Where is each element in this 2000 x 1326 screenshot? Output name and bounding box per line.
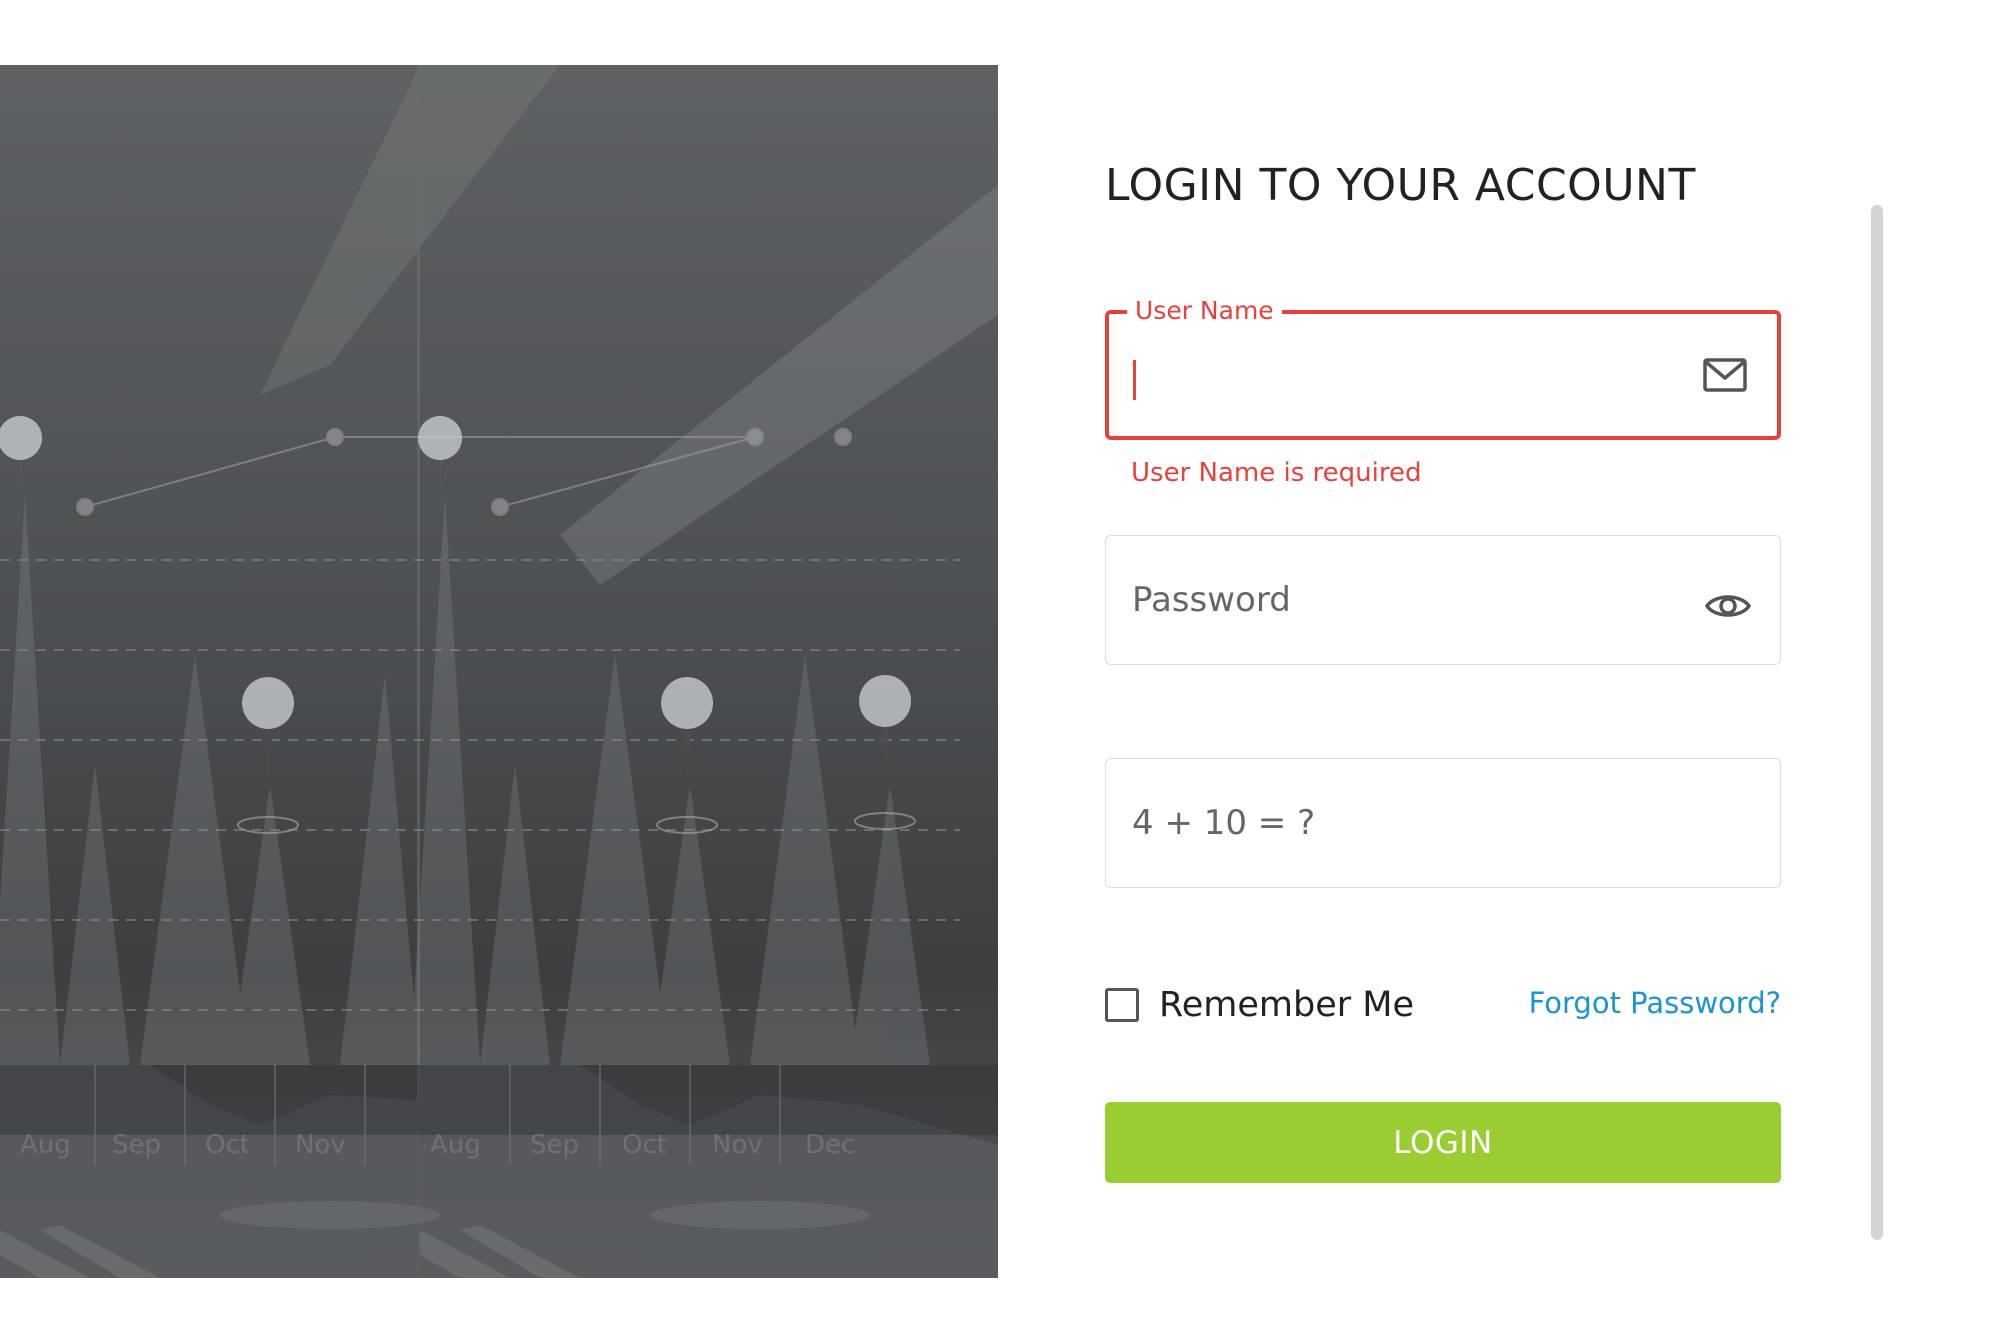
remember-me[interactable]: Remember Me: [1105, 985, 1414, 1025]
login-button[interactable]: LOGIN: [1105, 1102, 1781, 1183]
bg-month-label: Dec: [805, 1130, 855, 1160]
username-input[interactable]: [1133, 314, 1687, 436]
forgot-password-link[interactable]: Forgot Password?: [1529, 986, 1781, 1020]
bg-month-label: Aug: [430, 1130, 481, 1160]
captcha-input[interactable]: [1130, 759, 1690, 887]
bg-month-label: Sep: [112, 1130, 161, 1160]
bg-month-label: Oct: [205, 1130, 250, 1160]
username-error-message: User Name is required: [1131, 458, 1422, 488]
mail-icon: [1701, 351, 1749, 399]
captcha-field[interactable]: [1105, 758, 1781, 888]
page-title: LOGIN TO YOUR ACCOUNT: [1105, 160, 1696, 211]
background-chart-illustration: Aug Sep Oct Nov Aug Sep Oct Nov Dec: [0, 65, 998, 1278]
bg-month-label: Aug: [20, 1130, 71, 1160]
background-photo: Aug Sep Oct Nov Aug Sep Oct Nov Dec: [0, 65, 998, 1278]
password-input[interactable]: [1130, 536, 1690, 664]
password-field[interactable]: [1105, 535, 1781, 665]
remember-me-label: Remember Me: [1159, 985, 1414, 1025]
bg-month-label: Oct: [622, 1130, 667, 1160]
scrollbar[interactable]: [1871, 205, 1883, 1240]
bg-month-label: Sep: [530, 1130, 579, 1160]
bg-month-label: Nov: [712, 1130, 763, 1160]
remember-me-checkbox[interactable]: [1105, 988, 1139, 1022]
eye-icon[interactable]: [1704, 582, 1752, 630]
username-field[interactable]: User Name: [1105, 296, 1781, 440]
bg-month-label: Nov: [295, 1130, 346, 1160]
